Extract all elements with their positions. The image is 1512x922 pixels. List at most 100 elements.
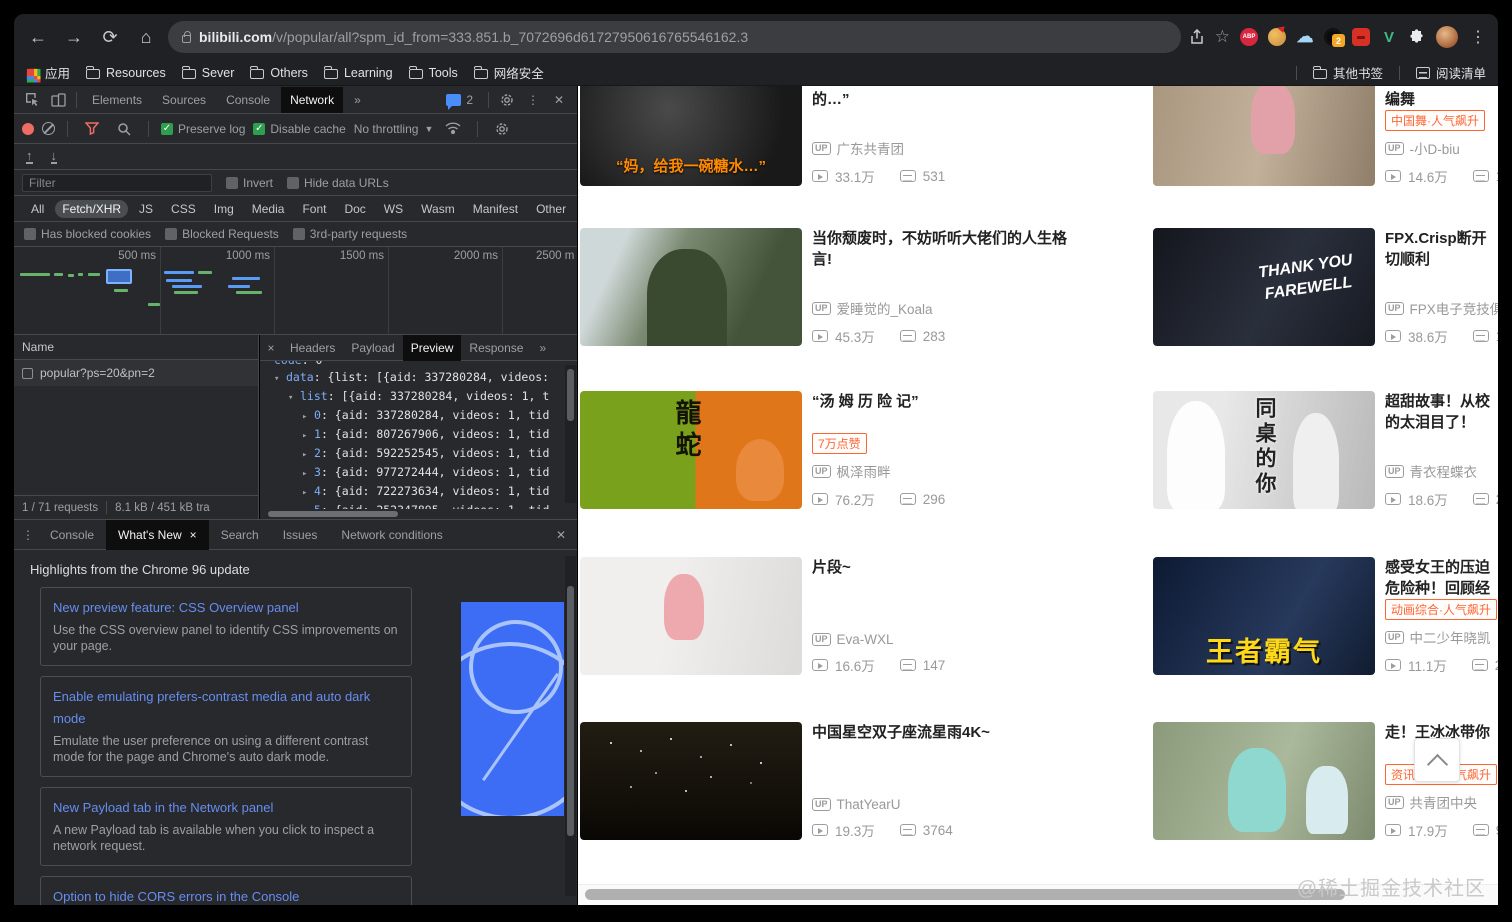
video-thumbnail[interactable] (580, 557, 802, 675)
tree-node[interactable]: ▸ 4: {aid: 722273634, videos: 1, tid (264, 483, 577, 502)
video-thumbnail[interactable]: THANK YOU FAREWELL (1153, 228, 1375, 346)
video-thumbnail[interactable]: “妈，给我一碗糖水…” (580, 86, 802, 186)
drawer-close-icon[interactable]: ✕ (549, 524, 573, 546)
forward-button[interactable]: → (60, 23, 88, 51)
bookmark-star-icon[interactable]: ☆ (1215, 27, 1230, 47)
console-messages-button[interactable]: 2 (437, 87, 482, 113)
more-detail-tabs-chevron[interactable]: » (531, 335, 554, 361)
video-thumbnail[interactable] (1153, 722, 1375, 840)
red-extension-icon[interactable] (1352, 28, 1370, 46)
type-ws[interactable]: WS (377, 200, 410, 218)
uploader[interactable]: UP 爱睡觉的_Koala (812, 298, 945, 318)
type-font[interactable]: Font (295, 200, 333, 218)
video-title[interactable]: 中国星空双子座流星雨4K~ (812, 722, 1152, 743)
bookmark-folder-resources[interactable]: Resources (86, 65, 166, 80)
video-title[interactable]: “汤 姆 历 险 记” (812, 391, 1152, 412)
back-to-top-button[interactable] (1414, 738, 1460, 782)
type-img[interactable]: Img (207, 200, 241, 218)
whats-new-link[interactable]: New Payload tab in the Network panel (53, 797, 399, 819)
tab-payload[interactable]: Payload (343, 335, 402, 361)
tree-node[interactable]: ▸5: {aid: 252347895. videos: 1. tid (264, 502, 577, 509)
clear-requests-icon[interactable] (42, 122, 55, 135)
url-text[interactable]: bilibili.com/v/popular/all?spm_id_from=3… (199, 29, 748, 45)
tab-network[interactable]: Network (281, 86, 344, 113)
type-media[interactable]: Media (245, 200, 292, 218)
video-thumbnail[interactable]: 王者霸气 (1153, 557, 1375, 675)
video-card[interactable]: 片段~ UP Eva-WXL 16.6万 147 (580, 557, 1152, 675)
uploader[interactable]: UP 青衣程蝶衣 (1385, 461, 1498, 481)
preserve-log-checkbox[interactable]: ✓ Preserve log (161, 122, 245, 136)
video-card[interactable]: 王者霸气 感受女王的压迫 危险种！回顾经 动画综合·人气飙升 UP 中二少年晓凯 1… (1153, 557, 1498, 675)
lock-icon[interactable] (182, 30, 191, 43)
tab-preview[interactable]: Preview (402, 334, 462, 361)
disable-cache-checkbox[interactable]: ✓ Disable cache (253, 122, 346, 136)
video-title[interactable]: 超甜故事！从校 的太泪目了！ (1385, 391, 1498, 433)
drawer-tab-search[interactable]: Search (209, 520, 271, 550)
video-title[interactable]: 编舞 (1385, 86, 1498, 110)
video-title[interactable]: FPX.Crisp断开 切顺利 (1385, 228, 1498, 270)
type-all[interactable]: All (24, 200, 51, 218)
bookmark-apps[interactable]: 应用 (26, 63, 70, 82)
doge-extension-icon[interactable] (1268, 28, 1286, 46)
preview-horizontal-scrollbar[interactable] (260, 509, 577, 519)
browser-menu-icon[interactable]: ⋮ (1468, 27, 1488, 47)
tab-response[interactable]: Response (461, 335, 531, 361)
bookmark-folder-netsec[interactable]: 网络安全 (473, 63, 544, 82)
video-card[interactable]: “妈，给我一碗糖水…” 的…” UP 广东共青团 33.1万 531 (580, 86, 1152, 186)
tab-headers[interactable]: Headers (282, 335, 343, 361)
tree-node[interactable]: ▸ 3: {aid: 977272444, videos: 1, tid (264, 464, 577, 483)
video-thumbnail[interactable]: 龍蛇 (580, 391, 802, 509)
uploader[interactable]: UP 枫泽雨畔 (812, 461, 945, 481)
page-horizontal-scrollbar[interactable] (585, 889, 1345, 900)
vue-devtools-icon[interactable]: V (1380, 28, 1398, 46)
filter-funnel-icon[interactable] (80, 118, 104, 140)
drawer-tab-whats-new[interactable]: What's New × (106, 519, 209, 550)
share-icon[interactable] (1189, 29, 1205, 45)
drawer-tab-network-conditions[interactable]: Network conditions (329, 520, 454, 550)
video-card[interactable]: 当你颓废时，不妨听听大佬们的人生格 言! UP 爱睡觉的_Koala 45.3万 28… (580, 228, 1152, 346)
cloud-extension-icon[interactable]: ☁ (1296, 27, 1314, 46)
video-title[interactable]: 当你颓废时，不妨听听大佬们的人生格 言! (812, 228, 1152, 270)
close-detail-icon[interactable]: × (260, 341, 282, 355)
back-button[interactable]: ← (24, 23, 52, 51)
video-title[interactable]: 感受女王的压迫 危险种！回顾经 (1385, 557, 1498, 599)
devtools-settings-icon[interactable] (495, 89, 519, 111)
video-card[interactable]: 龍蛇 “汤 姆 历 险 记” 7万点赞 UP 枫泽雨畔 76.2万 296 (580, 391, 1152, 509)
bookmark-folder-sever[interactable]: Sever (181, 65, 234, 80)
tree-node[interactable]: ▸ 0: {aid: 337280284, videos: 1, tid (264, 407, 577, 426)
throttling-dropdown[interactable]: No throttling ▼ (354, 122, 434, 136)
search-icon[interactable] (112, 118, 136, 140)
whats-new-link[interactable]: Option to hide CORS errors in the Consol… (53, 886, 399, 905)
video-title[interactable]: 的…” (812, 86, 1152, 110)
address-bar[interactable]: bilibili.com/v/popular/all?spm_id_from=3… (168, 21, 1181, 53)
device-toolbar-icon[interactable] (46, 89, 70, 111)
video-thumbnail[interactable] (1153, 86, 1375, 186)
video-title[interactable]: 片段~ (812, 557, 1152, 578)
type-manifest[interactable]: Manifest (466, 200, 525, 218)
uploader[interactable]: UP ThatYearU (812, 797, 953, 812)
devtools-close-icon[interactable]: ✕ (547, 89, 571, 111)
invert-checkbox[interactable]: Invert (226, 176, 273, 190)
extensions-puzzle-icon[interactable] (1408, 28, 1426, 46)
whats-new-link[interactable]: New preview feature: CSS Overview panel (53, 597, 399, 619)
video-thumbnail[interactable]: 同桌的你 (1153, 391, 1375, 509)
blocked-requests-checkbox[interactable]: Blocked Requests (165, 227, 279, 241)
drawer-vertical-scrollbar[interactable] (565, 556, 576, 896)
bookmark-folder-learning[interactable]: Learning (323, 65, 393, 80)
import-har-icon[interactable]: ↑ (26, 149, 33, 164)
whats-new-link[interactable]: Enable emulating prefers-contrast media … (53, 686, 399, 730)
reading-list[interactable]: 阅读清单 (1415, 63, 1486, 82)
uploader[interactable]: UP Eva-WXL (812, 632, 945, 647)
blocked-cookies-checkbox[interactable]: Has blocked cookies (24, 227, 151, 241)
network-conditions-icon[interactable] (441, 118, 465, 140)
preview-vertical-scrollbar[interactable] (565, 365, 576, 503)
reload-button[interactable]: ⟳ (96, 23, 124, 51)
uploader[interactable]: UP 广东共青团 (812, 138, 945, 158)
devtools-menu-icon[interactable]: ⋮ (521, 89, 545, 111)
drawer-tab-issues[interactable]: Issues (271, 520, 330, 550)
type-wasm[interactable]: Wasm (414, 200, 462, 218)
video-thumbnail[interactable] (580, 228, 802, 346)
record-button[interactable] (22, 122, 34, 135)
profile-avatar[interactable] (1436, 26, 1458, 48)
request-row[interactable]: popular?ps=20&pn=2 (14, 360, 258, 386)
